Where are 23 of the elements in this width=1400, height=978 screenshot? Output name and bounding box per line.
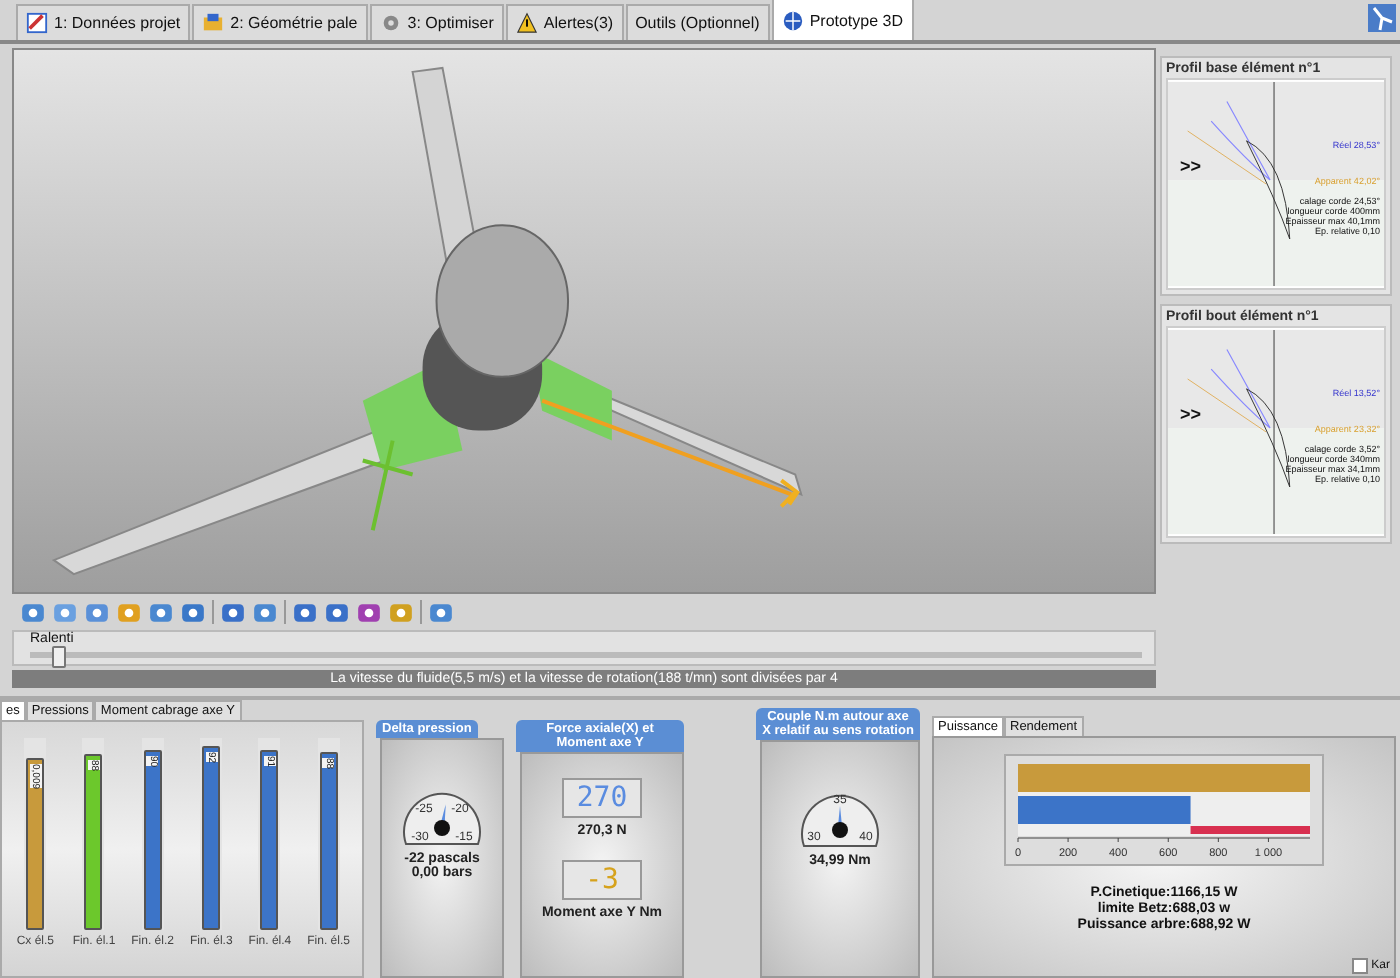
tab[interactable]: Prototype 3D <box>771 0 914 40</box>
gear-icon <box>379 12 402 34</box>
globe-icon <box>781 9 804 31</box>
gauge-hub <box>434 820 450 836</box>
chevron-text: >> <box>1180 404 1202 424</box>
slider-thumb[interactable] <box>52 646 67 668</box>
tab[interactable]: Alertes(3) <box>505 4 624 40</box>
gauge-dial <box>403 792 481 845</box>
gauge-dial <box>801 794 879 847</box>
digital-display: -3 <box>562 860 642 900</box>
gauge-hub <box>832 822 848 838</box>
tab[interactable]: 3: Optimiser <box>369 4 504 40</box>
checkbox[interactable] <box>1351 958 1368 974</box>
warning-icon <box>515 12 538 34</box>
digital-display: 270 <box>562 778 642 818</box>
turbine-icon[interactable] <box>1368 4 1396 32</box>
chevron-text: >> <box>1180 156 1202 176</box>
folder-icon <box>202 12 225 34</box>
3d-viewport[interactable] <box>12 48 1156 594</box>
tab[interactable]: 1: Données projet <box>16 4 191 40</box>
tab[interactable]: Outils (Optionnel) <box>625 4 770 40</box>
tab[interactable]: 2: Géométrie pale <box>192 4 368 40</box>
loss-strip <box>1190 826 1310 834</box>
